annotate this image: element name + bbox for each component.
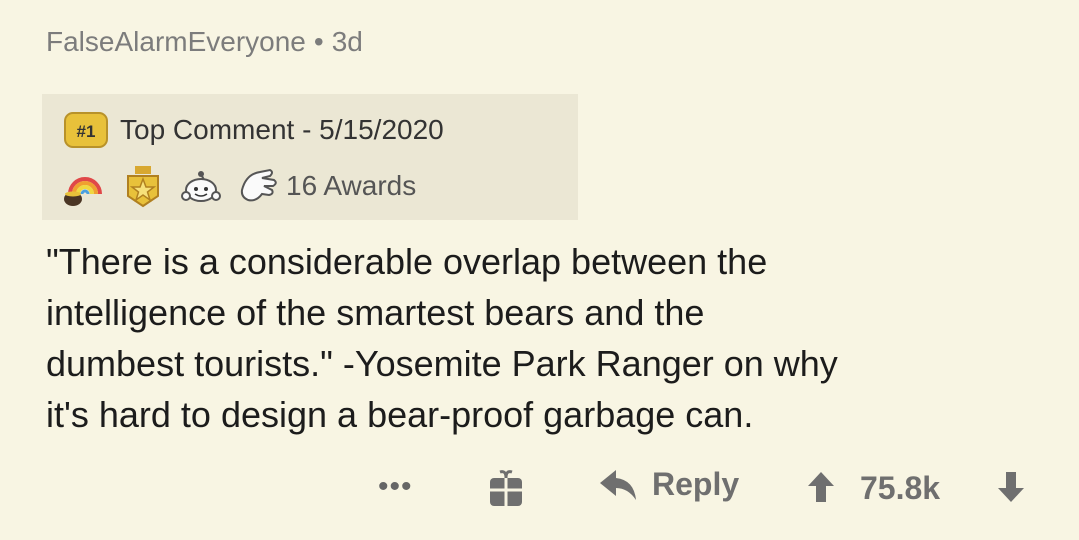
- reply-button[interactable]: Reply: [598, 466, 739, 503]
- comment-meta: FalseAlarmEveryone • 3d: [46, 26, 363, 58]
- rank-badge-label: #1: [77, 122, 96, 141]
- awards-count: 16 Awards: [286, 170, 417, 201]
- wholesome-hand-award-icon: [240, 168, 277, 202]
- top-comment-row: #1 Top Comment - 5/15/2020: [64, 112, 444, 148]
- reply-arrow-icon: [600, 469, 636, 500]
- gift-icon[interactable]: [488, 468, 524, 508]
- comment-age: 3d: [331, 26, 363, 57]
- top-comment-award-box: #1 Top Comment - 5/15/2020 16 Awards: [42, 94, 578, 220]
- comment-actions: ••• Reply 75.8k: [0, 462, 1079, 514]
- comment-body-line: it's hard to design a bear-proof garbage…: [46, 394, 754, 435]
- comment-body-line: dumbest tourists." -Yosemite Park Ranger…: [46, 343, 838, 384]
- awards-row[interactable]: 16 Awards: [62, 164, 416, 208]
- rainbow-pot-award-icon: [64, 177, 102, 206]
- vote-score: 75.8k: [860, 470, 941, 506]
- upvote-arrow-icon[interactable]: [806, 470, 836, 504]
- comment-body: "There is a considerable overlap between…: [46, 236, 1046, 440]
- rank-badge-icon: #1: [64, 112, 108, 148]
- top-comment-label: Top Comment - 5/15/2020: [120, 114, 444, 145]
- author-link[interactable]: FalseAlarmEveryone: [46, 26, 306, 57]
- gold-medal-star-award-icon: [127, 166, 159, 208]
- hugz-snoo-award-icon: [181, 171, 221, 202]
- comment: FalseAlarmEveryone • 3d #1 Top Comment - 5…: [0, 0, 1079, 540]
- more-options-button[interactable]: •••: [378, 470, 413, 504]
- reply-label: Reply: [652, 466, 740, 502]
- comment-body-line: "There is a considerable overlap between…: [46, 241, 768, 282]
- comment-body-line: intelligence of the smartest bears and t…: [46, 292, 705, 333]
- downvote-arrow-icon[interactable]: [996, 470, 1026, 504]
- meta-separator: •: [313, 26, 324, 57]
